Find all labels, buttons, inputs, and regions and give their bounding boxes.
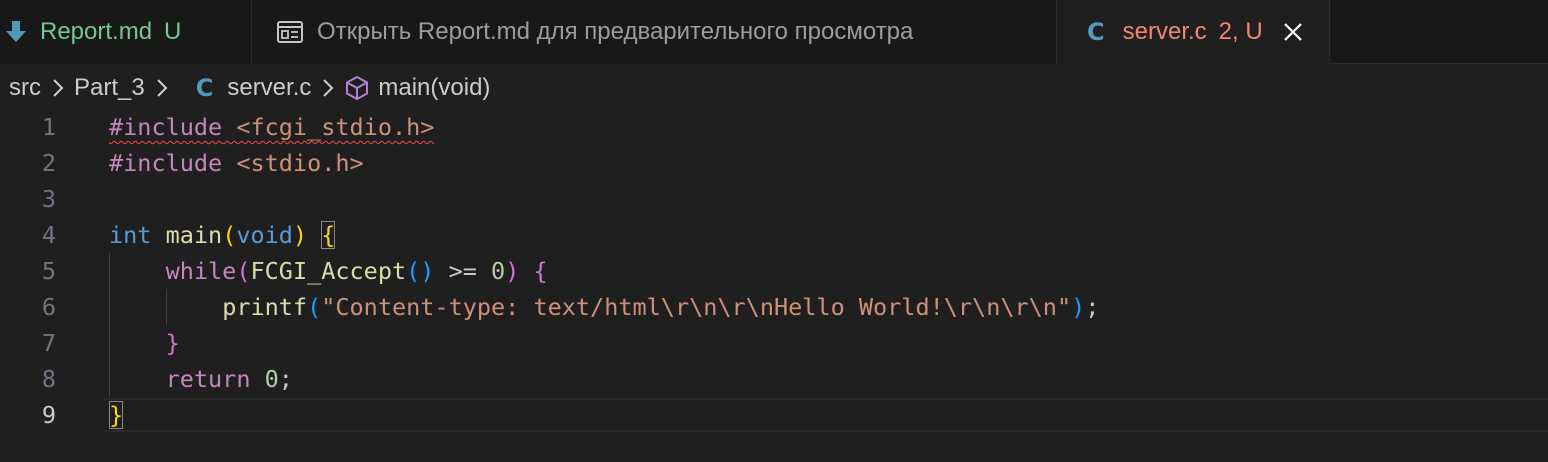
code-token: #include — [109, 149, 223, 177]
line-number: 8 — [41, 365, 56, 393]
code-token: } — [109, 401, 124, 429]
markdown-download-icon — [4, 20, 28, 44]
code-token: ( — [236, 257, 251, 285]
code-token: "Content-type: text/html\r\n\r\nHello Wo… — [321, 293, 1072, 321]
code-token: while — [165, 257, 237, 285]
code-token: ( — [222, 221, 237, 249]
close-icon[interactable] — [1281, 20, 1305, 44]
tab-label: Report.md — [40, 18, 153, 45]
tab-preview-report-md[interactable]: Открыть Report.md для предварительного п… — [252, 0, 1057, 64]
code-text: } — [109, 325, 180, 361]
code-line[interactable]: 6 printf("Content-type: text/html\r\n\r\… — [0, 289, 1548, 325]
line-number: 9 — [41, 401, 56, 429]
code-token: FCGI_Accept — [250, 257, 407, 285]
breadcrumb-item-src[interactable]: src — [9, 74, 41, 102]
breadcrumb: src Part_3 C server.c main(void) — [0, 64, 1548, 112]
code-editor[interactable]: 1 #include <fcgi_stdio.h> 2 #include <stdio… — [0, 109, 1548, 462]
c-language-icon: C — [195, 74, 214, 102]
code-line[interactable]: 8 return 0; — [0, 361, 1548, 397]
chevron-right-icon — [52, 78, 64, 98]
line-number: 1 — [41, 113, 56, 141]
code-token: ) — [1071, 293, 1086, 321]
code-token: ( — [307, 293, 322, 321]
line-number: 6 — [41, 293, 56, 321]
code-token: ; — [278, 365, 293, 393]
code-token: <fcgi_stdio.h> — [236, 113, 435, 141]
code-line[interactable]: 9} — [0, 397, 1548, 433]
code-token: main — [165, 221, 223, 249]
code-token: { — [533, 257, 548, 285]
code-token: #include — [109, 113, 223, 141]
code-text: while(FCGI_Accept() >= 0) { — [109, 253, 548, 289]
cube-method-icon — [344, 75, 370, 101]
code-token: printf — [222, 293, 308, 321]
code-token: return — [165, 365, 251, 393]
line-number: 3 — [41, 185, 56, 213]
chevron-right-icon — [322, 78, 334, 98]
tab-status-badge: 2, U — [1218, 17, 1263, 45]
code-text: #include <fcgi_stdio.h> — [109, 109, 434, 145]
tab-report-md[interactable]: Report.md U — [0, 0, 252, 64]
code-token: int — [109, 221, 152, 249]
code-line[interactable]: 4 int main(void) { — [0, 217, 1548, 253]
code-line[interactable]: 3 — [0, 181, 1548, 217]
breadcrumb-item-symbol[interactable]: main(void) — [378, 74, 490, 102]
code-text: int main(void) { — [109, 217, 336, 253]
code-token: ) — [292, 221, 308, 249]
code-line[interactable]: 1 #include <fcgi_stdio.h> — [0, 109, 1548, 145]
tab-label: Открыть Report.md для предварительного п… — [317, 18, 914, 45]
code-token: >= — [434, 257, 492, 285]
c-language-icon: C — [1087, 17, 1105, 46]
code-line[interactable]: 7 } — [0, 325, 1548, 361]
code-text: printf("Content-type: text/html\r\n\r\nH… — [109, 289, 1099, 325]
code-token: } — [165, 329, 180, 357]
line-number: 5 — [41, 257, 56, 285]
tab-status-badge: U — [164, 18, 182, 45]
code-token: <stdio.h> — [236, 149, 364, 177]
breadcrumb-item-part3[interactable]: Part_3 — [74, 74, 145, 102]
chevron-right-icon — [156, 78, 168, 98]
code-token: void — [236, 221, 293, 249]
line-number: 4 — [41, 221, 56, 249]
code-line[interactable]: 5 while(FCGI_Accept() >= 0) { — [0, 253, 1548, 289]
code-token: ; — [1085, 293, 1100, 321]
editor-tab-bar: Report.md U Открыть Report.md для предва… — [0, 0, 1548, 64]
code-token: 0 — [264, 365, 279, 393]
code-token: 0 — [491, 257, 506, 285]
code-token: { — [321, 221, 336, 249]
breadcrumb-item-file[interactable]: server.c — [227, 74, 311, 102]
preview-icon — [276, 20, 304, 44]
line-number: 2 — [41, 149, 56, 177]
code-text: } — [109, 397, 124, 433]
line-number: 7 — [41, 329, 56, 357]
code-text: #include <stdio.h> — [109, 145, 364, 181]
tab-label: server.c — [1122, 17, 1207, 45]
code-token: ) — [505, 257, 520, 285]
code-line[interactable]: 2 #include <stdio.h> — [0, 145, 1548, 181]
tab-server-c[interactable]: C server.c 2, U — [1057, 0, 1330, 64]
code-text: return 0; — [109, 361, 293, 397]
code-token: () — [406, 257, 435, 285]
